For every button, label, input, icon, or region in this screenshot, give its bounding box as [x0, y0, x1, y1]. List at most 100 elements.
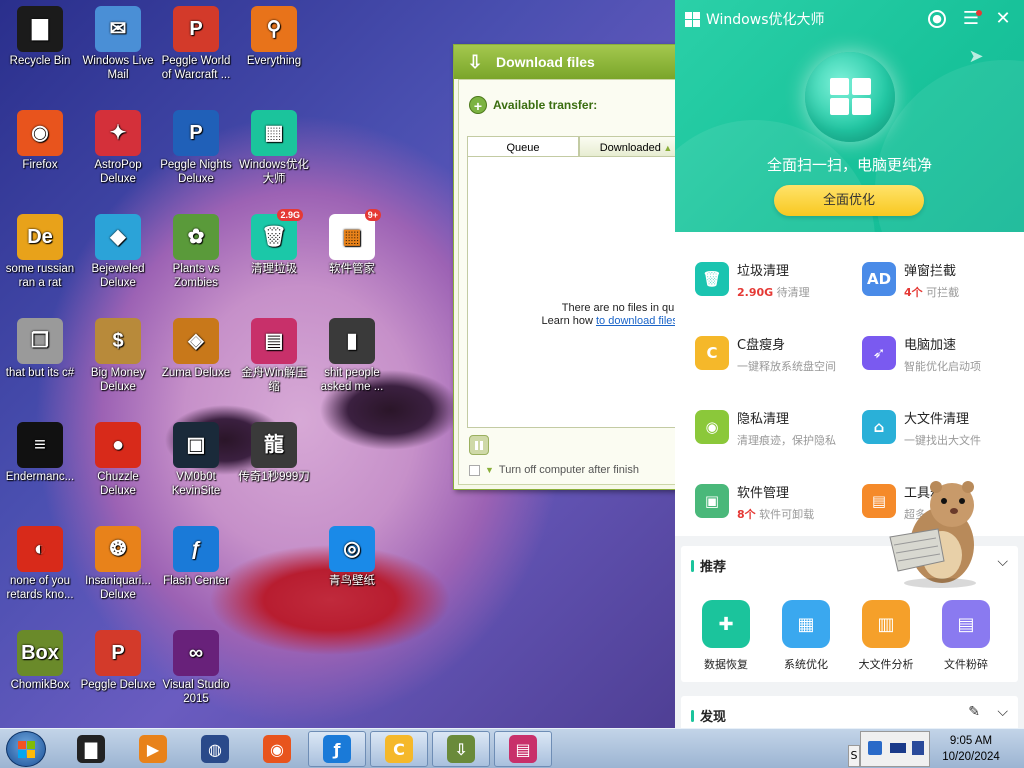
desktop-icon[interactable]: ≡ Endermanc...	[0, 422, 80, 484]
terminal-icon: ≡	[17, 422, 63, 468]
desktop-icon-label: none of you retards kno...	[6, 575, 74, 601]
feature-item[interactable]: AD 弹窗拦截 4个 可拦截	[848, 238, 1018, 312]
desktop-icon[interactable]: $ Big Money Deluxe	[78, 318, 158, 394]
available-transfer-label: Available transfer:	[493, 98, 598, 112]
gem-icon: ◆	[95, 214, 141, 260]
user-icon[interactable]: ●	[926, 8, 948, 30]
astropop-icon: ✦	[95, 110, 141, 156]
desktop-icon[interactable]: Box ChomikBox	[0, 630, 80, 692]
recommend-item[interactable]: ▦ 系统优化	[769, 600, 843, 672]
taskbar-item[interactable]: ▶	[124, 731, 182, 767]
desktop-icon-label: Windows优化大师	[239, 159, 309, 185]
available-transfer[interactable]: + Available transfer:	[469, 96, 597, 114]
optimizer-header: Windows优化大师 ● ☰ ✕ ➤ 全面扫一扫，电脑更纯净 全面优化	[675, 0, 1024, 232]
recommend-label: 大文件分析	[858, 658, 914, 671]
desktop-icon[interactable]: P Peggle Nights Deluxe	[156, 110, 236, 186]
desktop-icon[interactable]: P Peggle Deluxe	[78, 630, 158, 692]
archive-icon: ▤	[509, 735, 537, 763]
send-icon[interactable]: ➤	[965, 46, 987, 68]
download-window[interactable]: ⇩ Download files + Available transfer: Q…	[453, 44, 694, 490]
desktop-icon[interactable]: ✉ Windows Live Mail	[78, 6, 158, 82]
taskbar-item[interactable]: ▤	[494, 731, 552, 767]
desktop-icon[interactable]: ▣ VM0b0t KevinSite	[156, 422, 236, 498]
recommend-item[interactable]: ▥ 大文件分析	[849, 600, 923, 672]
download-files-link[interactable]: to download files	[596, 315, 678, 327]
monitor-icon[interactable]	[890, 743, 906, 753]
desktop-icon[interactable]: ⚲ Everything	[234, 6, 314, 68]
volume-icon[interactable]	[912, 741, 924, 755]
close-icon[interactable]: ✕	[992, 8, 1014, 30]
wallpaper-icon: ◎	[329, 526, 375, 572]
desktop-icon[interactable]: ❐ that but its c#	[0, 318, 80, 380]
network-icon[interactable]	[868, 741, 882, 755]
plus-icon[interactable]: +	[469, 96, 487, 114]
desktop-icon[interactable]: ƒ Flash Center	[156, 526, 236, 588]
fish-icon: ❂	[95, 526, 141, 572]
desktop-icon[interactable]: ◆ Bejeweled Deluxe	[78, 214, 158, 290]
full-optimize-button[interactable]: 全面优化	[774, 185, 924, 216]
optimizer-title: Windows优化大师	[685, 9, 825, 29]
desktop-icon-label: Chuzzle Deluxe	[97, 471, 139, 497]
scan-sphere-icon[interactable]	[805, 52, 895, 142]
download-window-titlebar[interactable]: ⇩ Download files	[454, 45, 684, 79]
desktop-icon[interactable]: P Peggle World of Warcraft ...	[156, 6, 236, 82]
desktop-icon[interactable]: ▮ shit people asked me ...	[312, 318, 392, 394]
desktop-icon-label: VM0b0t KevinSite	[171, 471, 221, 497]
menu-icon[interactable]: ☰	[960, 8, 982, 30]
desktop-icon[interactable]: ◉ Firefox	[0, 110, 80, 172]
turn-off-option[interactable]: ▼ Turn off computer after finish	[469, 464, 639, 476]
start-button[interactable]	[6, 731, 46, 767]
feature-subtitle: 智能优化启动项	[904, 360, 981, 373]
feature-item[interactable]: 🗑 垃圾清理 2.90G 待清理	[681, 238, 851, 312]
trash-cleaner-icon: 🗑 2.9G	[251, 209, 303, 260]
turn-off-label: Turn off computer after finish	[498, 464, 639, 476]
recommend-item[interactable]: ▤ 文件粉碎	[929, 600, 1003, 672]
desktop-icon[interactable]: ✿ Plants vs Zombies	[156, 214, 236, 290]
chevron-down-icon[interactable]: ⌵	[997, 554, 1008, 570]
edit-icon[interactable]: ✎	[968, 704, 980, 720]
feature-title: 弹窗拦截	[904, 264, 957, 279]
optimizer-window[interactable]: Windows优化大师 ● ☰ ✕ ➤ 全面扫一扫，电脑更纯净 全面优化 🗑 垃圾…	[675, 0, 1024, 728]
tray-label[interactable]: S	[848, 745, 860, 767]
desktop-icon[interactable]: ✦ AstroPop Deluxe	[78, 110, 158, 186]
desktop-icon[interactable]: ● Chuzzle Deluxe	[78, 422, 158, 498]
taskbar-item[interactable]: ▇	[62, 731, 120, 767]
desktop-icon[interactable]: ❂ Insaniquari... Deluxe	[78, 526, 158, 602]
desktop-icon[interactable]: ▤ 金舟Win解压缩	[234, 318, 314, 394]
desktop-icon-label: Flash Center	[163, 575, 229, 587]
desktop-icon[interactable]: ▇ Recycle Bin	[0, 6, 80, 68]
desktop-icon[interactable]: 🗑 2.9G 清理垃圾	[234, 209, 314, 276]
taskbar-item[interactable]: C	[370, 731, 428, 767]
feature-item[interactable]: C C盘瘦身 一键释放系统盘空间	[681, 312, 851, 386]
dino-icon: ◐	[17, 526, 63, 572]
desktop-icon[interactable]: ◈ Zuma Deluxe	[156, 318, 236, 380]
clock[interactable]: 9:05 AM 10/20/2024	[936, 733, 1006, 765]
taskbar-item[interactable]: ⇩	[432, 731, 490, 767]
feature-title: 电脑加速	[904, 338, 957, 353]
desktop-icon[interactable]: ◎ 青鸟壁纸	[312, 526, 392, 588]
feature-item[interactable]: ➶ 电脑加速 智能优化启动项	[848, 312, 1018, 386]
desktop-icon[interactable]: ∞ Visual Studio 2015	[156, 630, 236, 706]
taskbar-item[interactable]: ƒ	[308, 731, 366, 767]
peggle-icon: P	[173, 6, 219, 52]
chevron-down-icon[interactable]: ⌵	[997, 704, 1008, 720]
desktop-icon[interactable]: De some russian ran a rat	[0, 214, 80, 290]
desktop-icon[interactable]: 龍传奇1秒999刀	[234, 422, 314, 484]
feature-item[interactable]: ▣ 软件管理 8个 软件可卸载	[681, 460, 851, 534]
desktop-icon[interactable]: ▦ Windows优化大师	[234, 110, 314, 186]
tab-queue[interactable]: Queue	[467, 136, 579, 158]
clock-time: 9:05 AM	[949, 735, 993, 747]
taskbar-item[interactable]: ◍	[186, 731, 244, 767]
feature-item[interactable]: ◉ 隐私清理 清理痕迹，保护隐私	[681, 386, 851, 460]
recommend-item[interactable]: ✚ 数据恢复	[689, 600, 763, 672]
desktop-icon-label: Peggle Deluxe	[80, 679, 156, 691]
feature-item[interactable]: ⌂ 大文件清理 一键找出大文件	[848, 386, 1018, 460]
desktop-icon[interactable]: ◐ none of you retards kno...	[0, 526, 80, 602]
desktop-icon-label: 青鸟壁纸	[329, 575, 375, 587]
desktop-icon[interactable]: ▦ 9+ 软件管家	[312, 209, 392, 276]
turn-off-checkbox[interactable]	[469, 464, 480, 476]
mail-icon: ✉	[95, 6, 141, 52]
taskbar-item[interactable]: ◉	[248, 731, 306, 767]
visual-studio-icon: ∞	[173, 630, 219, 676]
pause-button[interactable]	[469, 435, 489, 455]
